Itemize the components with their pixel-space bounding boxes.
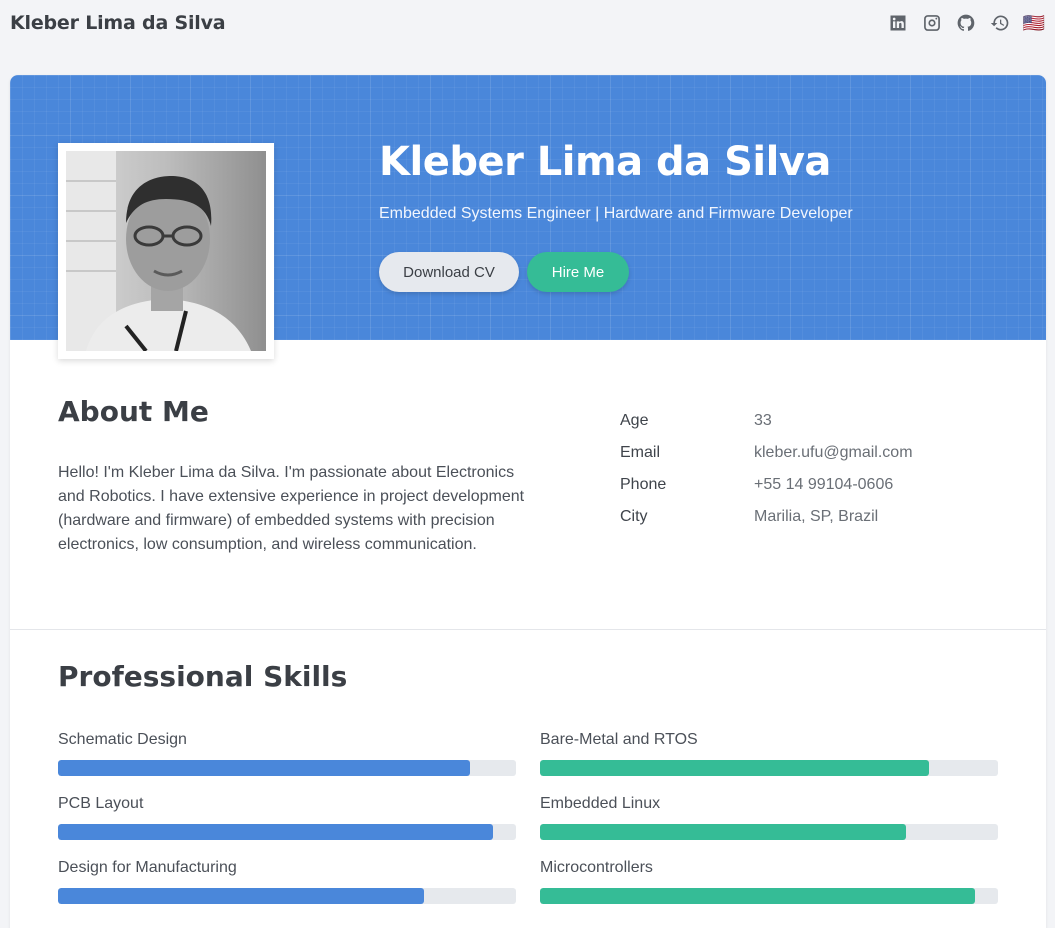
profile-photo [66, 151, 266, 351]
skill-name: Bare-Metal and RTOS [540, 731, 698, 748]
us-flag-icon[interactable]: 🇺🇸 [1023, 12, 1045, 34]
section-divider [10, 629, 1046, 630]
skill-progress-fill [58, 888, 425, 904]
github-icon[interactable] [955, 12, 977, 34]
skill-progress-fill [540, 888, 976, 904]
brand-title[interactable]: Kleber Lima da Silva [10, 12, 226, 34]
info-row-phone: Phone +55 14 99104-0606 [620, 476, 913, 508]
top-navbar: Kleber Lima da Silva 🇺🇸 [0, 0, 1055, 46]
city-value: Marilia, SP, Brazil [754, 508, 879, 525]
info-label: Phone [620, 476, 667, 493]
skill-progress-bar [58, 760, 516, 776]
info-row-email: Email kleber.ufu@gmail.com [620, 444, 913, 476]
phone-value: +55 14 99104-0606 [754, 476, 894, 493]
profile-photo-frame [58, 143, 274, 359]
email-link[interactable]: kleber.ufu@gmail.com [754, 444, 913, 476]
skill-name: PCB Layout [58, 795, 144, 812]
info-label: Age [620, 412, 649, 429]
skill-progress-fill [58, 824, 494, 840]
download-cv-button[interactable]: Download CV [379, 252, 519, 292]
skill-progress-bar [540, 888, 998, 904]
about-title: About Me [58, 395, 209, 428]
hero-subtitle: Embedded Systems Engineer | Hardware and… [379, 205, 853, 222]
skills-title: Professional Skills [58, 660, 348, 693]
skill-name: Schematic Design [58, 731, 187, 748]
skill-item: Schematic Design [58, 730, 516, 794]
info-value: 33 [754, 412, 772, 429]
skill-item: Microcontrollers [540, 858, 998, 922]
history-icon[interactable] [989, 12, 1011, 34]
skill-name: Microcontrollers [540, 859, 653, 876]
skill-progress-bar [540, 824, 998, 840]
skill-item: Design for Manufacturing [58, 858, 516, 922]
skill-progress-bar [58, 888, 516, 904]
info-row-city: City Marilia, SP, Brazil [620, 508, 913, 540]
instagram-icon[interactable] [921, 12, 943, 34]
skill-progress-bar [540, 760, 998, 776]
skill-item: Embedded Linux [540, 794, 998, 858]
hire-me-button[interactable]: Hire Me [527, 252, 629, 292]
skill-name: Design for Manufacturing [58, 859, 237, 876]
linkedin-icon[interactable] [887, 12, 909, 34]
info-row-age: Age 33 [620, 412, 913, 444]
info-label: Email [620, 444, 661, 461]
skill-item: PCB Layout [58, 794, 516, 858]
hero-name: Kleber Lima da Silva [379, 139, 831, 185]
skill-progress-bar [58, 824, 516, 840]
skill-progress-fill [58, 760, 471, 776]
skill-progress-fill [540, 760, 930, 776]
skills-right-column: Bare-Metal and RTOS Embedded Linux Micro… [540, 730, 998, 922]
personal-info: Age 33 Email kleber.ufu@gmail.com Phone … [620, 412, 913, 540]
profile-card: Kleber Lima da Silva Embedded Systems En… [10, 75, 1046, 928]
skills-left-column: Schematic Design PCB Layout Design for M… [58, 730, 516, 922]
about-text: Hello! I'm Kleber Lima da Silva. I'm pas… [58, 464, 525, 553]
social-links: 🇺🇸 [887, 12, 1045, 34]
hero-actions: Download CV Hire Me [379, 252, 629, 292]
skill-item: Bare-Metal and RTOS [540, 730, 998, 794]
skill-progress-fill [540, 824, 907, 840]
skill-name: Embedded Linux [540, 795, 661, 812]
info-label: City [620, 508, 648, 525]
